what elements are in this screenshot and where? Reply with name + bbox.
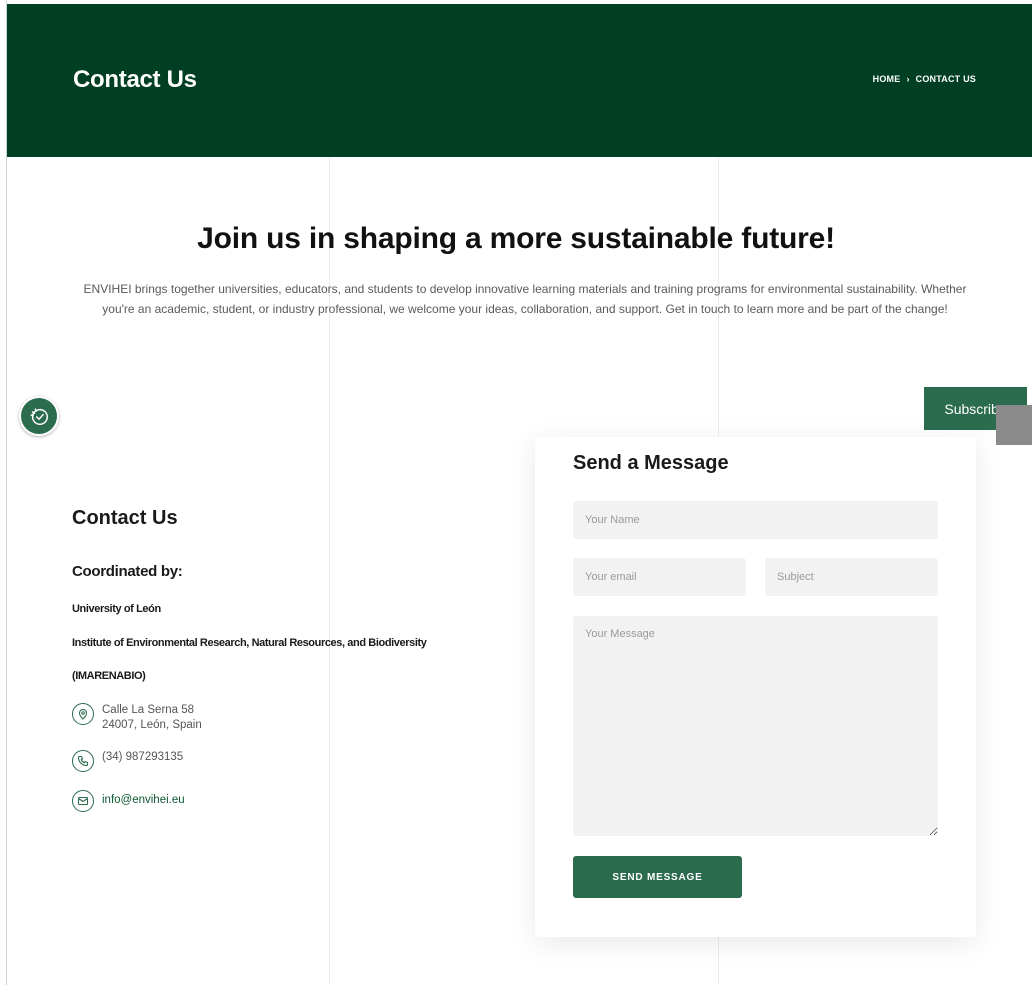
address-line-1: Calle La Serna 58 (102, 704, 195, 716)
coordinated-by-label: Coordinated by: (72, 563, 183, 580)
send-message-button[interactable]: SEND MESSAGE (573, 856, 742, 898)
phone-icon (72, 750, 94, 772)
intro-text: ENVIHEI brings together universities, ed… (83, 282, 967, 316)
page-header-banner: Contact Us HOME › CONTACT US (7, 4, 1032, 157)
phone-number: (34) 987293135 (102, 751, 184, 763)
contact-heading: Contact Us (72, 507, 178, 529)
email-link[interactable]: info@envihei.eu (102, 790, 185, 810)
form-title: Send a Message (573, 452, 729, 474)
institute-name: Institute of Environmental Research, Nat… (72, 637, 427, 649)
email-row: info@envihei.eu (72, 790, 185, 812)
institute-abbreviation: (IMARENABIO) (72, 670, 146, 682)
message-form-card: Send a Message SEND MESSAGE (535, 437, 976, 937)
side-tab[interactable] (996, 405, 1032, 445)
page-title: Contact Us (73, 66, 197, 93)
subject-input[interactable] (765, 558, 938, 596)
location-pin-icon (72, 703, 94, 725)
name-input[interactable] (573, 501, 938, 539)
phone-row: (34) 987293135 (72, 750, 183, 772)
mail-icon (72, 790, 94, 812)
message-textarea[interactable] (573, 616, 938, 836)
chevron-right-icon: › (906, 74, 910, 84)
address-text: Calle La Serna 58 24007, León, Spain (102, 703, 202, 733)
address-row: Calle La Serna 58 24007, León, Spain (72, 703, 202, 733)
university-name: University of León (72, 603, 161, 615)
breadcrumb: HOME › CONTACT US (873, 74, 976, 84)
breadcrumb-home-link[interactable]: HOME (873, 74, 901, 84)
breadcrumb-current: CONTACT US (915, 74, 976, 84)
check-clock-icon[interactable] (19, 396, 59, 436)
address-line-2: 24007, León, Spain (102, 719, 202, 731)
intro-headline: Join us in shaping a more sustainable fu… (197, 222, 835, 255)
email-input[interactable] (573, 558, 746, 596)
